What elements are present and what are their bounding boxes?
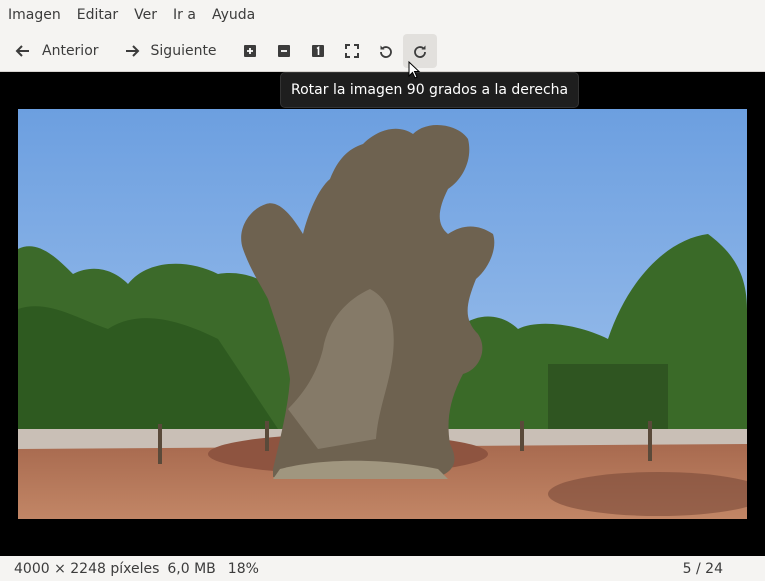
olive-tree-photo xyxy=(18,109,747,519)
previous-button[interactable]: Anterior xyxy=(6,34,105,68)
menu-editar[interactable]: Editar xyxy=(69,0,126,30)
arrow-left-icon xyxy=(12,40,34,62)
menu-ir-a[interactable]: Ir a xyxy=(165,0,204,30)
menu-ayuda[interactable]: Ayuda xyxy=(204,0,263,30)
image-viewer[interactable] xyxy=(0,72,765,556)
zoom-out-icon xyxy=(273,40,295,62)
image-dimensions: 4000 × 2248 píxeles xyxy=(14,560,160,577)
zoom-fit-button[interactable] xyxy=(335,34,369,68)
file-size: 6,0 MB xyxy=(167,560,216,577)
menu-ver[interactable]: Ver xyxy=(126,0,165,30)
next-button[interactable]: Siguiente xyxy=(115,34,223,68)
image-display xyxy=(18,109,747,519)
image-position: 5 / 24 xyxy=(682,560,723,577)
mouse-cursor-icon xyxy=(408,60,422,85)
rotate-left-icon xyxy=(375,40,397,62)
zoom-normal-icon xyxy=(307,40,329,62)
rotate-right-icon xyxy=(409,40,431,62)
menubar: Imagen Editar Ver Ir a Ayuda xyxy=(0,0,765,30)
statusbar: 4000 × 2248 píxeles 6,0 MB 18% 5 / 24 xyxy=(0,556,765,581)
zoom-level: 18% xyxy=(227,560,259,577)
zoom-normal-button[interactable] xyxy=(301,34,335,68)
previous-label: Anterior xyxy=(42,42,99,59)
arrow-right-icon xyxy=(121,40,143,62)
zoom-out-button[interactable] xyxy=(267,34,301,68)
tooltip: Rotar la imagen 90 grados a la derecha xyxy=(280,72,580,108)
menu-imagen[interactable]: Imagen xyxy=(0,0,69,30)
zoom-in-button[interactable] xyxy=(233,34,267,68)
zoom-fit-icon xyxy=(341,40,363,62)
rotate-left-button[interactable] xyxy=(369,34,403,68)
zoom-in-icon xyxy=(239,40,261,62)
next-label: Siguiente xyxy=(150,42,217,59)
toolbar: Anterior Siguiente xyxy=(0,30,765,72)
